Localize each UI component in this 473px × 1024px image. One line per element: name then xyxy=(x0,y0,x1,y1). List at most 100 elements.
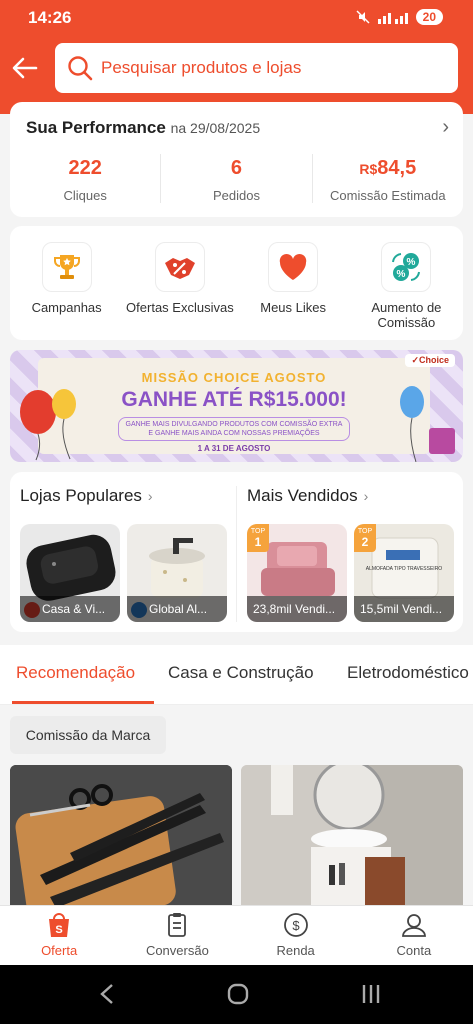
product-card[interactable] xyxy=(10,765,232,905)
quick-action-commission-increase[interactable]: % % Aumento de Comissão xyxy=(350,226,463,340)
rank-label: TOP xyxy=(357,528,373,535)
signal-icon xyxy=(377,13,408,24)
quick-icon-box xyxy=(268,242,319,292)
popular-stores-heading[interactable]: Lojas Populares › xyxy=(20,486,153,506)
rank-number: 1 xyxy=(254,535,262,549)
quick-action-label: Campanhas xyxy=(31,300,102,315)
section-divider xyxy=(236,486,237,622)
chevron-right-icon: › xyxy=(147,488,153,504)
battery-indicator: 20 xyxy=(415,9,443,25)
quick-action-label: Aumento de Comissão xyxy=(371,300,442,330)
performance-title-text: Sua Performance xyxy=(26,118,166,137)
choice-text: Choice xyxy=(418,355,449,365)
performance-stats: 222 Cliques 6 Pedidos R$84,5 Comissão Es… xyxy=(10,154,463,203)
store-tile[interactable]: Global Al... xyxy=(127,524,227,622)
status-icons: 20 xyxy=(356,9,443,25)
status-time: 14:26 xyxy=(28,8,72,27)
quick-action-campaigns[interactable]: Campanhas xyxy=(10,226,123,340)
nav-label: Conversão xyxy=(145,943,209,958)
tab-recommendation[interactable]: Recomendação xyxy=(16,663,135,683)
category-tabs: Recomendação Casa e Construção Eletrodom… xyxy=(0,645,473,705)
banner-line3: GANHE MAIS DIVULGANDO PRODUTOS COM COMIS… xyxy=(118,417,350,441)
system-back-icon[interactable] xyxy=(98,983,116,1005)
chevron-right-icon[interactable]: › xyxy=(442,116,449,139)
sales-count: 15,5mil Vendi... xyxy=(354,596,454,622)
trophy-icon xyxy=(53,255,80,279)
clipboard-icon xyxy=(168,913,187,937)
quick-action-label: Ofertas Exclusivas xyxy=(126,300,234,315)
nav-label: Renda xyxy=(276,943,315,958)
brand-commission-chip[interactable]: Comissão da Marca xyxy=(10,716,166,754)
quick-action-exclusive-offers[interactable]: Ofertas Exclusivas xyxy=(123,226,236,340)
popular-section: Lojas Populares › Mais Vendidos › Casa & V… xyxy=(10,472,463,632)
nav-offer[interactable]: S Oferta xyxy=(0,906,118,965)
stat-label: Cliques xyxy=(63,188,107,203)
promo-banner[interactable]: MISSÃO CHOICE AGOSTO GANHE ATÉ R$15.000!… xyxy=(10,350,463,462)
nav-conversion[interactable]: Conversão xyxy=(118,906,236,965)
svg-text:$: $ xyxy=(292,918,300,933)
top-rank-badge: TOP 2 xyxy=(354,524,376,552)
best-seller-tile[interactable]: TOP 1 23,8mil Vendi... xyxy=(247,524,347,622)
svg-text:%: % xyxy=(407,257,416,268)
stat-value: 6 xyxy=(230,157,243,179)
performance-card[interactable]: Sua Performance na 29/08/2025 › 222 Cliq… xyxy=(10,102,463,217)
quick-action-my-likes[interactable]: Meus Likes xyxy=(237,226,350,340)
search-placeholder: Pesquisar produtos e lojas xyxy=(101,58,302,77)
sales-count: 23,8mil Vendi... xyxy=(247,596,347,622)
popular-stores-title: Lojas Populares xyxy=(20,486,142,505)
svg-text:%: % xyxy=(397,269,406,280)
top-rank-badge: TOP 1 xyxy=(247,524,269,552)
nav-income[interactable]: $ Renda xyxy=(237,906,355,965)
balloon-red-icon xyxy=(20,389,76,461)
mute-icon xyxy=(356,10,370,24)
knife-set-image xyxy=(10,765,232,905)
bathroom-cabinet-image xyxy=(241,765,463,905)
back-arrow-icon[interactable] xyxy=(10,54,40,82)
stat-clicks: 222 Cliques xyxy=(10,154,162,203)
shopping-bag-icon: S xyxy=(49,913,70,937)
svg-text:S: S xyxy=(55,924,62,936)
stat-orders: 6 Pedidos xyxy=(161,154,313,203)
stat-label: Pedidos xyxy=(213,188,260,203)
performance-date: na 29/08/2025 xyxy=(170,120,261,136)
search-input[interactable]: Pesquisar produtos e lojas xyxy=(55,43,458,93)
quick-icon-box xyxy=(154,242,205,292)
rank-label: TOP xyxy=(250,528,266,535)
stat-value: 222 xyxy=(68,157,102,179)
best-sellers-title: Mais Vendidos xyxy=(247,486,358,505)
nav-label: Oferta xyxy=(41,943,78,958)
tab-appliances[interactable]: Eletrodoméstico xyxy=(347,663,469,683)
percent-exchange-icon: % % xyxy=(392,253,421,281)
nav-account[interactable]: Conta xyxy=(355,906,473,965)
stat-label: Comissão Estimada xyxy=(330,188,446,203)
best-sellers-heading[interactable]: Mais Vendidos › xyxy=(247,486,368,506)
performance-title: Sua Performance na 29/08/2025 xyxy=(26,118,260,138)
bottom-nav: S Oferta Conversão $ Renda Conta xyxy=(0,905,473,965)
tab-home-construction[interactable]: Casa e Construção xyxy=(168,663,314,683)
search-icon xyxy=(68,56,93,81)
quick-icon-box xyxy=(41,242,92,292)
product-card[interactable] xyxy=(241,765,463,905)
stat-value-wrap: R$84,5 xyxy=(313,154,463,182)
heart-icon xyxy=(279,254,307,280)
user-icon xyxy=(401,914,426,937)
stat-commission: R$84,5 Comissão Estimada xyxy=(313,154,463,203)
stat-value: 84,5 xyxy=(377,157,417,179)
pillow-label-text: ALMOFADA TIPO TRAVESSEIRO xyxy=(366,566,443,572)
handshake-percent-icon xyxy=(164,258,195,279)
quick-icon-box: % % xyxy=(381,242,432,292)
system-nav-bar xyxy=(0,965,473,1024)
system-home-icon[interactable] xyxy=(226,982,250,1006)
nav-label: Conta xyxy=(396,943,432,958)
best-seller-tile[interactable]: ALMOFADA TIPO TRAVESSEIRO TOP 2 15,5mil V… xyxy=(354,524,454,622)
system-recents-icon[interactable] xyxy=(360,983,382,1005)
banner-line4: 1 A 31 DE AGOSTO xyxy=(197,444,271,453)
quick-actions: Campanhas Ofertas Exclusivas Meus Likes … xyxy=(10,226,463,340)
currency-prefix: R$ xyxy=(359,161,378,177)
status-bar: 14:26 20 xyxy=(0,0,473,36)
chevron-right-icon: › xyxy=(363,488,369,504)
active-tab-indicator xyxy=(12,701,154,704)
rank-number: 2 xyxy=(361,535,369,549)
store-tile[interactable]: Casa & Vi... xyxy=(20,524,120,622)
banner-content: MISSÃO CHOICE AGOSTO GANHE ATÉ R$15.000!… xyxy=(38,358,430,454)
